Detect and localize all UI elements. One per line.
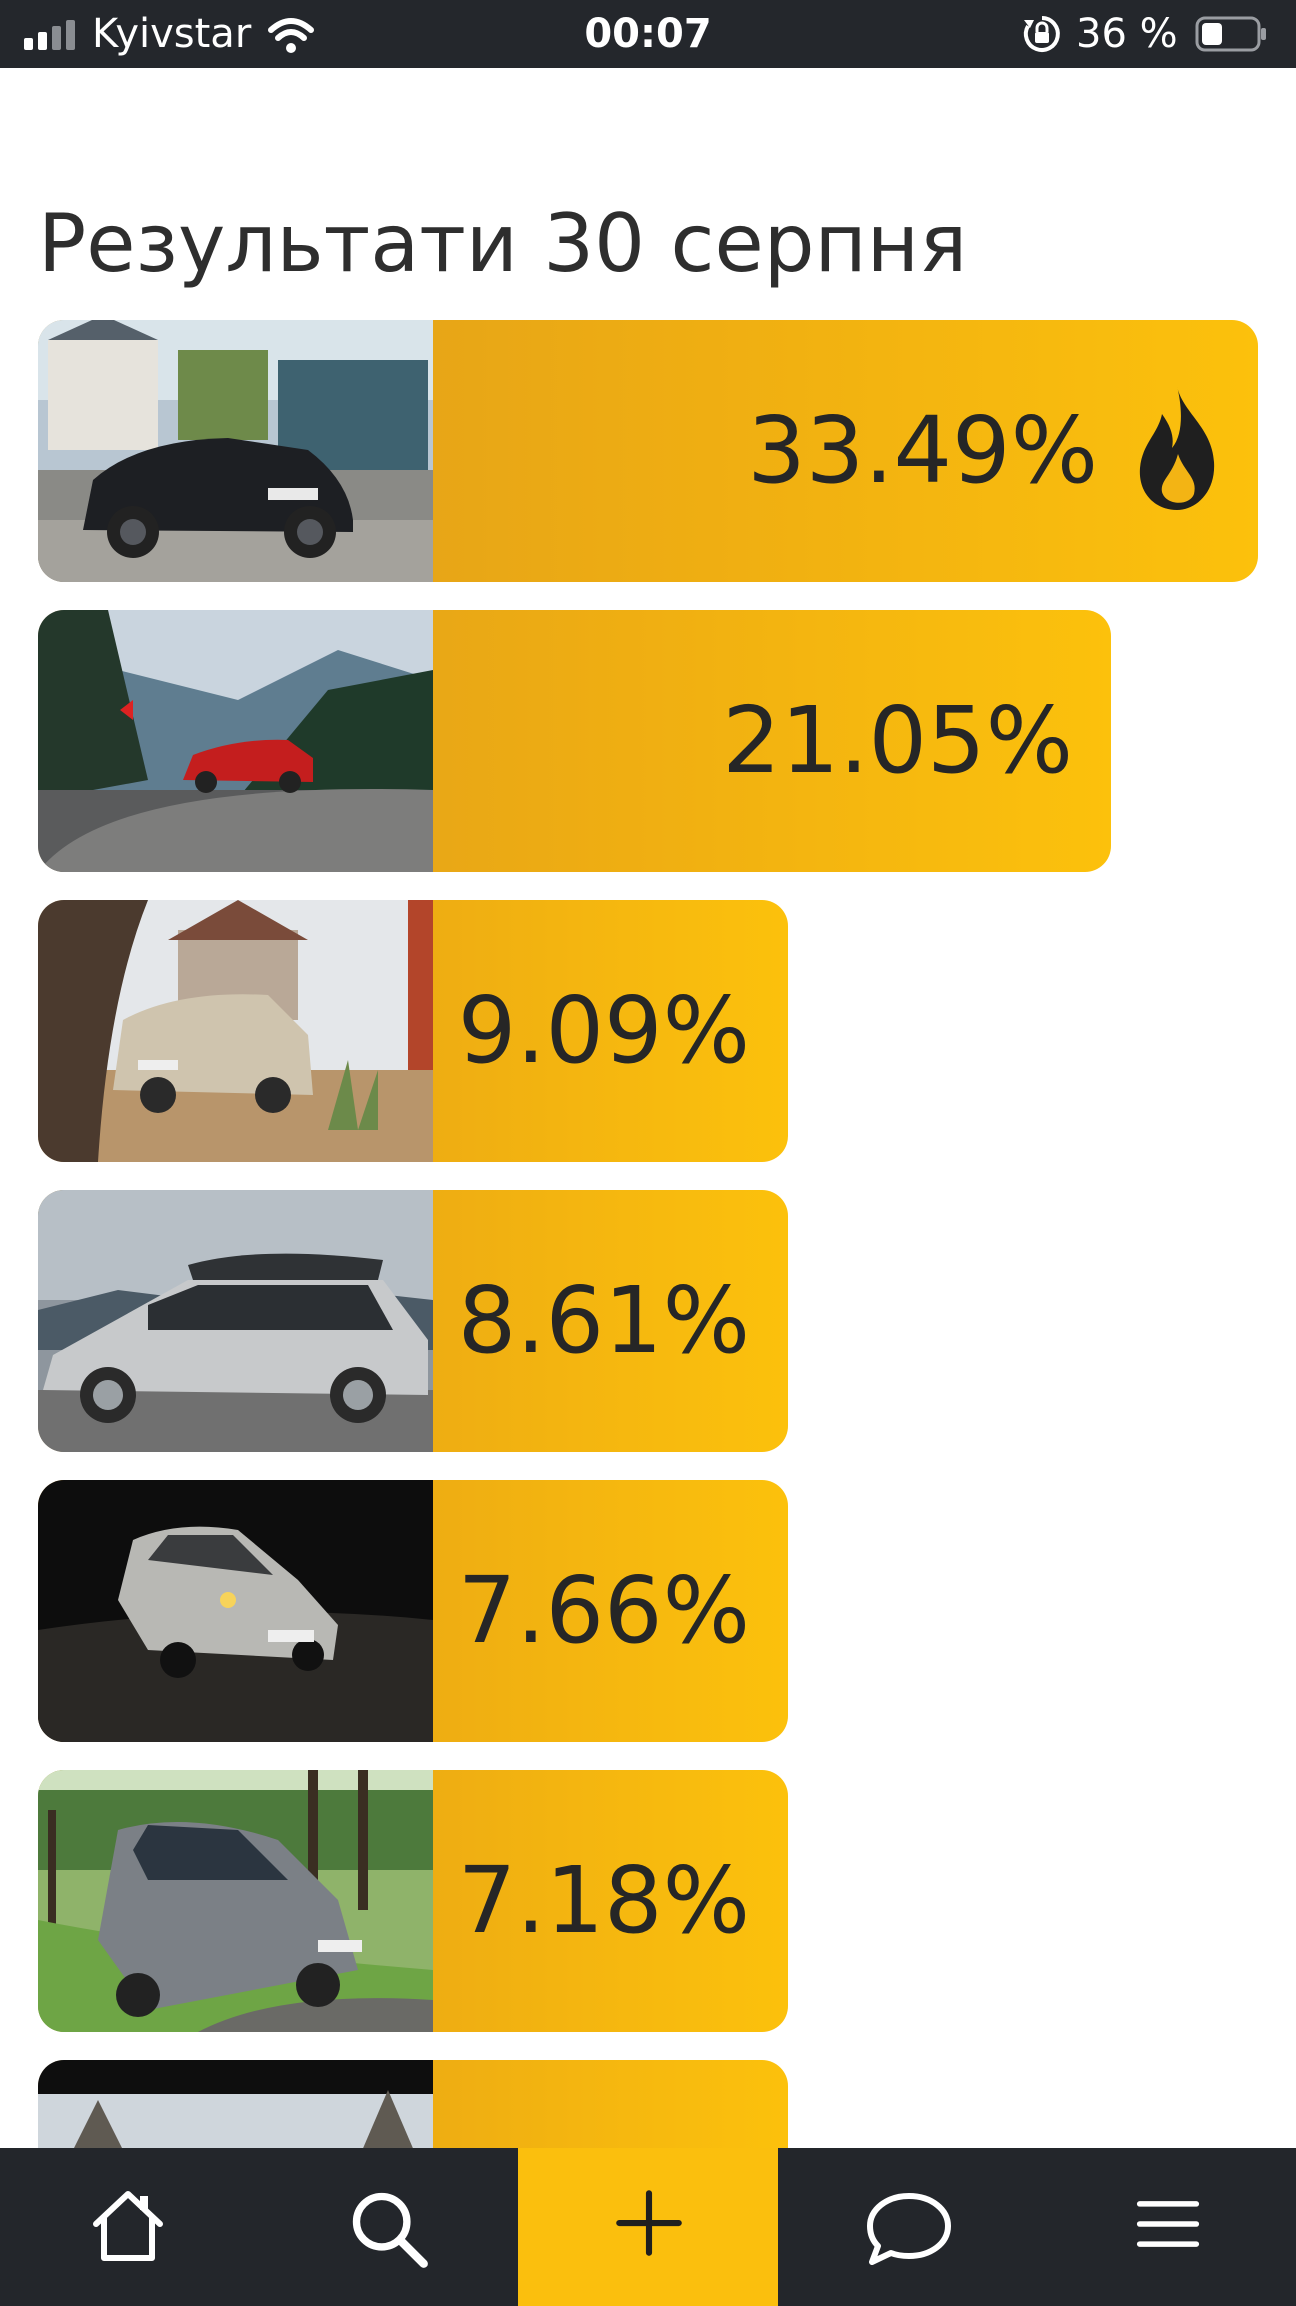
result-percentage: 9.09% [457, 977, 750, 1084]
result-row[interactable]: 7.66% [38, 1480, 788, 1742]
result-percentage: 7.18% [457, 1847, 750, 1954]
bottom-nav [0, 2148, 1296, 2306]
result-row[interactable]: 21.05% [38, 610, 1111, 872]
menu-icon [1136, 2201, 1200, 2247]
result-row[interactable]: 7.18% [38, 1770, 788, 2032]
home-icon [93, 2191, 163, 2261]
nav-add-button[interactable] [518, 2148, 778, 2306]
fire-icon [1139, 386, 1215, 510]
search-icon [352, 2192, 428, 2268]
nav-search-button[interactable] [260, 2148, 518, 2306]
car-photo [38, 2060, 433, 2150]
result-row[interactable]: 8.61% [38, 1190, 788, 1452]
page-title: Результати 30 серпня [38, 197, 968, 290]
result-row[interactable] [38, 2060, 788, 2150]
car-photo [38, 1190, 433, 1452]
status-bar: Kyivstar 00:07 36 % [0, 0, 1296, 68]
car-photo [38, 320, 433, 582]
result-percentage: 21.05% [722, 687, 1073, 794]
result-percentage: 33.49% [747, 397, 1098, 504]
car-photo [38, 900, 433, 1162]
result-percentage: 7.66% [457, 1557, 750, 1664]
rotation-lock-icon [1023, 16, 1060, 52]
battery-icon [1195, 16, 1266, 52]
car-photo [38, 1770, 433, 2032]
nav-messages-button[interactable] [778, 2148, 1036, 2306]
nav-home-button[interactable] [0, 2148, 260, 2306]
battery-percent: 36 % [1076, 11, 1178, 57]
car-photo [38, 610, 433, 872]
car-photo [38, 1480, 433, 1742]
result-row[interactable]: 9.09% [38, 900, 788, 1162]
chat-icon [867, 2193, 951, 2265]
nav-menu-button[interactable] [1036, 2148, 1296, 2306]
result-percentage: 8.61% [457, 1267, 750, 1374]
result-row[interactable]: 33.49% [38, 320, 1258, 582]
plus-icon [616, 2190, 682, 2256]
results-list: 33.49% 21.05% 9.09% 8.61% 7.66% 7.18% [38, 320, 1258, 2150]
